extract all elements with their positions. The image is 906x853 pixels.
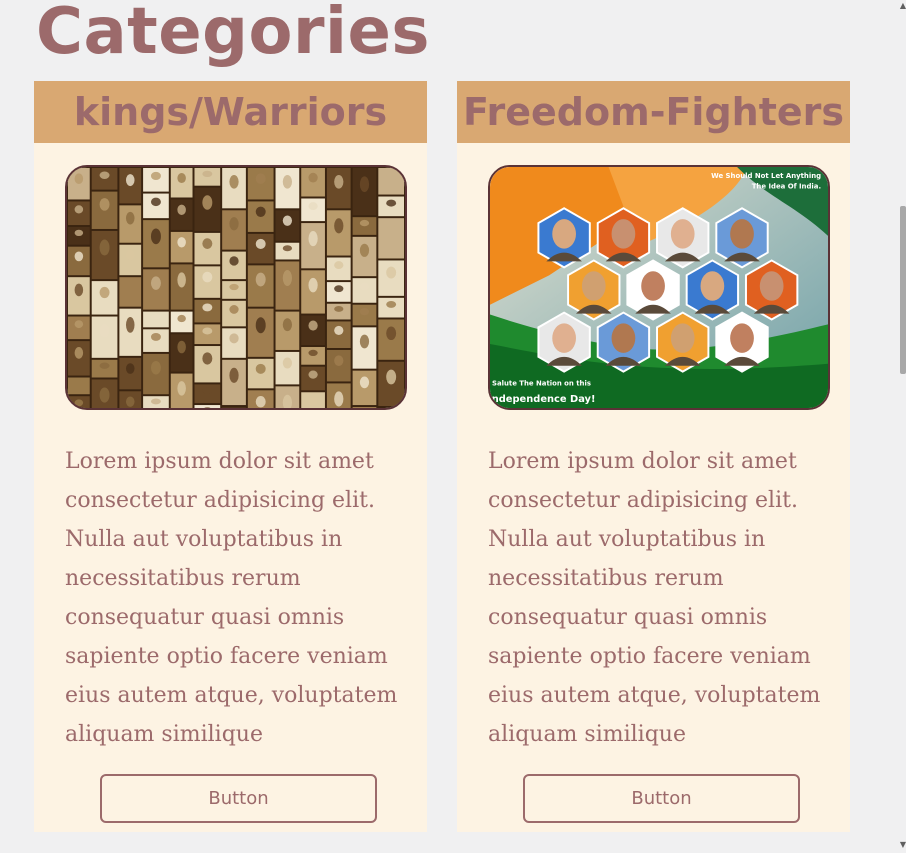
scroll-up-icon[interactable]: ▲: [900, 2, 906, 10]
image-text-top-1: We Should Not Let Anything: [711, 172, 821, 180]
page-title: Categories: [36, 0, 430, 69]
image-text-bottom-1: Salute The Nation on this: [492, 379, 591, 387]
image-text-top-2: The Idea Of India.: [752, 183, 821, 191]
kings-warriors-image: [65, 165, 407, 410]
card-button[interactable]: Button: [523, 774, 800, 823]
page-scrollbar[interactable]: ▲ ▼: [898, 0, 906, 853]
category-card-kings-warriors: kings/Warriors Lorem ipsum dolor sit ame…: [34, 81, 427, 832]
scroll-thumb[interactable]: [900, 206, 906, 374]
freedom-fighters-image: We Should Not Let Anything The Idea Of I…: [488, 165, 830, 410]
card-title: Freedom-Fighters: [457, 81, 850, 143]
card-description: Lorem ipsum dolor sit amet consectetur a…: [65, 449, 398, 747]
image-text-bottom-2: Independence Day!: [490, 394, 595, 405]
card-button[interactable]: Button: [100, 774, 377, 823]
card-title: kings/Warriors: [34, 81, 427, 143]
card-description: Lorem ipsum dolor sit amet consectetur a…: [488, 449, 821, 747]
scroll-down-icon[interactable]: ▼: [900, 841, 906, 849]
category-card-freedom-fighters: Freedom-Fighters We Should Not Let Anyth…: [457, 81, 850, 832]
